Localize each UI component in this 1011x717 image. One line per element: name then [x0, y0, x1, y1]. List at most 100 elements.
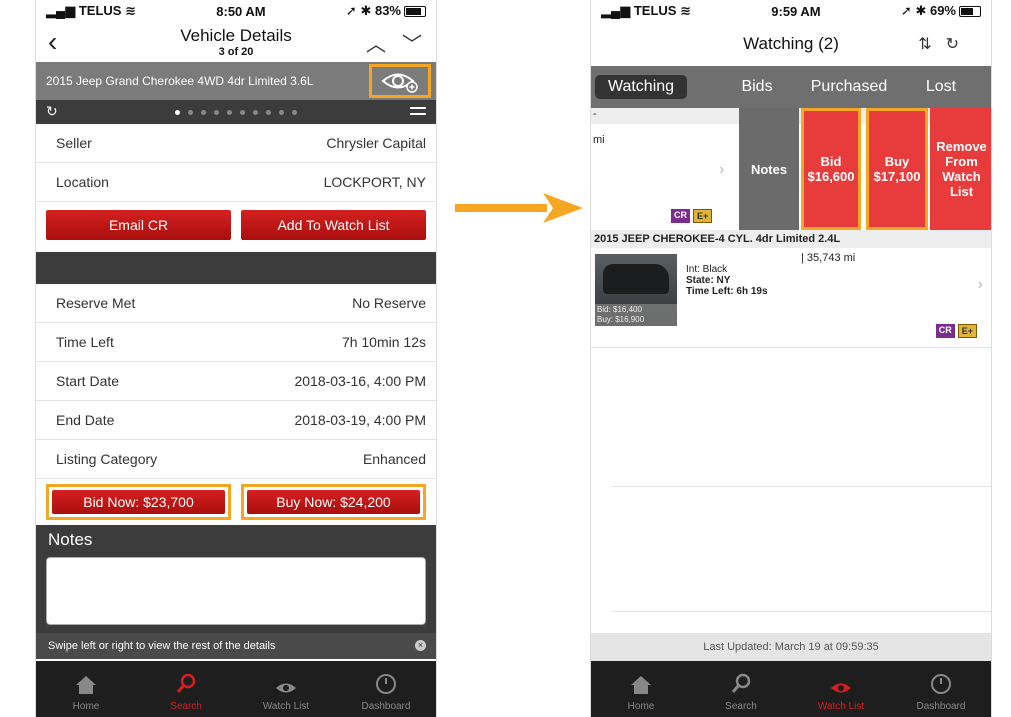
pager-dot — [266, 109, 271, 115]
pager-dot — [253, 109, 258, 115]
wifi-icon: ≋ — [680, 3, 691, 18]
buy-action-button[interactable]: Buy $17,100 — [866, 108, 928, 230]
tab-dashboard[interactable]: Dashboard — [891, 661, 991, 717]
swipe-hint-bar: Swipe left or right to view the rest of … — [36, 633, 436, 659]
eye-icon — [831, 683, 851, 693]
tab-bids[interactable]: Bids — [711, 78, 803, 96]
vehicle-title-bar: 2015 Jeep Grand Cherokee 4WD 4dr Limited… — [36, 62, 436, 100]
tab-dashboard[interactable]: Dashboard — [336, 661, 436, 717]
detail-row-time-left: Time Left 7h 10min 12s — [36, 323, 436, 362]
buy-label: Buy — [884, 154, 910, 169]
last-updated-text: Last Updated: March 19 at 09:59:35 — [591, 633, 991, 661]
refresh-icon[interactable]: ↻ — [946, 36, 973, 53]
tab-label: Dashboard — [361, 701, 411, 712]
segment-control: Watching Bids Purchased Lost — [591, 66, 991, 108]
tab-home[interactable]: Home — [591, 661, 691, 717]
status-time: 9:59 AM — [771, 3, 821, 19]
wifi-icon: ≋ — [125, 3, 136, 18]
eye-icon — [276, 683, 296, 693]
tab-purchased[interactable]: Purchased — [803, 78, 895, 96]
battery-percent: 69% — [929, 3, 956, 18]
tab-watching[interactable]: Watching — [595, 75, 687, 99]
detail-value: LOCKPORT, NY — [323, 174, 426, 190]
nav-bar: ‹ Vehicle Details 3 of 20 ︿ ﹀ — [36, 22, 436, 62]
pager-dot — [188, 109, 193, 115]
tab-label: Home — [627, 701, 655, 712]
email-cr-button[interactable]: Email CR — [46, 210, 231, 240]
location-icon: ➚ — [900, 3, 912, 18]
notes-input[interactable] — [46, 557, 426, 625]
listing-title: 2015 JEEP CHEROKEE-4 CYL. 4dr Limited 2.… — [591, 230, 991, 248]
carrier-label: TELUS — [78, 3, 122, 18]
tab-watch-list[interactable]: Watch List — [791, 661, 891, 717]
back-chevron-icon[interactable]: ‹ — [48, 26, 57, 58]
watch-eye-button[interactable] — [369, 64, 431, 98]
tab-label: Watch List — [817, 701, 865, 712]
detail-value: Enhanced — [362, 451, 426, 467]
tab-search[interactable]: Search — [136, 661, 236, 717]
cr-badge[interactable]: CR — [671, 209, 690, 223]
nav-bar: Watching (2) ⇅↻ — [591, 22, 991, 66]
detail-row-start-date: Start Date 2018-03-16, 4:00 PM — [36, 362, 436, 401]
bluetooth-icon: ✱ — [915, 3, 927, 18]
detail-label: End Date — [56, 412, 115, 428]
add-to-watch-list-button[interactable]: Add To Watch List — [241, 210, 426, 240]
status-time: 8:50 AM — [216, 3, 266, 19]
swiped-list-item[interactable]: - mi › CR E+ Notes Bid $16,600 Buy $17,100… — [591, 108, 991, 230]
page-title: Watching (2) — [743, 34, 839, 53]
close-icon[interactable]: × — [415, 640, 426, 651]
watch-list-screen: ▂▄▆ TELUS ≋ 9:59 AM ➚ ✱ 69% Watching (2)… — [590, 0, 992, 717]
tab-watch-list[interactable]: Watch List — [236, 661, 336, 717]
signal-icon: ▂▄▆ — [601, 3, 631, 18]
pager-dot — [201, 109, 206, 115]
detail-row-location: Location LOCKPORT, NY — [36, 163, 436, 202]
search-icon — [731, 673, 751, 693]
bid-now-button[interactable]: Bid Now: $23,700 — [52, 490, 225, 514]
pager-dot — [214, 109, 219, 115]
detail-label: Seller — [56, 135, 92, 151]
bluetooth-icon: ✱ — [360, 3, 372, 18]
battery-icon — [959, 6, 981, 18]
tab-lost[interactable]: Lost — [895, 78, 987, 96]
enhanced-badge: E+ — [693, 209, 713, 223]
detail-value: No Reserve — [352, 295, 426, 311]
tab-home[interactable]: Home — [36, 661, 136, 717]
photo-pager[interactable]: ↻ — [36, 100, 436, 124]
tab-label: Home — [72, 701, 100, 712]
detail-row-seller: Seller Chrysler Capital — [36, 124, 436, 163]
detail-row-reserve: Reserve Met No Reserve — [36, 284, 436, 323]
buy-now-button[interactable]: Buy Now: $24,200 — [247, 490, 420, 514]
gauge-icon — [376, 674, 396, 694]
bid-label: Bid — [820, 154, 842, 169]
list-item[interactable]: Bid: $16,400 Buy: $16,900 | 35,743 mi In… — [591, 248, 991, 348]
remove-from-watch-list-button[interactable]: Remove From Watch List — [930, 108, 991, 230]
detail-label: Time Left — [56, 334, 114, 350]
notes-action-button[interactable]: Notes — [739, 108, 799, 230]
bid-action-button[interactable]: Bid $16,600 — [801, 108, 861, 230]
detail-value: 2018-03-19, 4:00 PM — [294, 412, 426, 428]
eye-plus-icon — [381, 73, 418, 93]
chevron-right-icon: › — [977, 276, 983, 293]
search-icon — [176, 673, 196, 693]
tab-search[interactable]: Search — [691, 661, 791, 717]
gauge-icon — [931, 674, 951, 694]
location-icon: ➚ — [345, 3, 357, 18]
tab-bar: Home Search Watch List Dashboard — [36, 661, 436, 717]
menu-icon[interactable] — [410, 107, 426, 115]
sort-icon[interactable]: ⇅ — [918, 36, 945, 53]
section-divider — [36, 252, 436, 284]
vehicle-name: 2015 Jeep Grand Cherokee 4WD 4dr Limited… — [46, 74, 314, 88]
thumb-buy: Buy: $16,900 — [597, 315, 645, 324]
divider — [611, 486, 991, 487]
cr-badge[interactable]: CR — [935, 324, 955, 338]
status-bar: ▂▄▆ TELUS ≋ 9:59 AM ➚ ✱ 69% — [591, 0, 991, 22]
swipe-hint-text: Swipe left or right to view the rest of … — [48, 640, 276, 652]
carrier-label: TELUS — [633, 3, 677, 18]
transition-arrow-icon — [455, 193, 583, 223]
previous-up-icon[interactable]: ︿ — [366, 28, 386, 57]
tab-label: Search — [170, 701, 202, 712]
detail-value: 2018-03-16, 4:00 PM — [294, 373, 426, 389]
next-down-icon[interactable]: ﹀ — [402, 28, 422, 57]
buy-amount: $17,100 — [873, 169, 921, 184]
refresh-icon[interactable]: ↻ — [46, 103, 58, 120]
